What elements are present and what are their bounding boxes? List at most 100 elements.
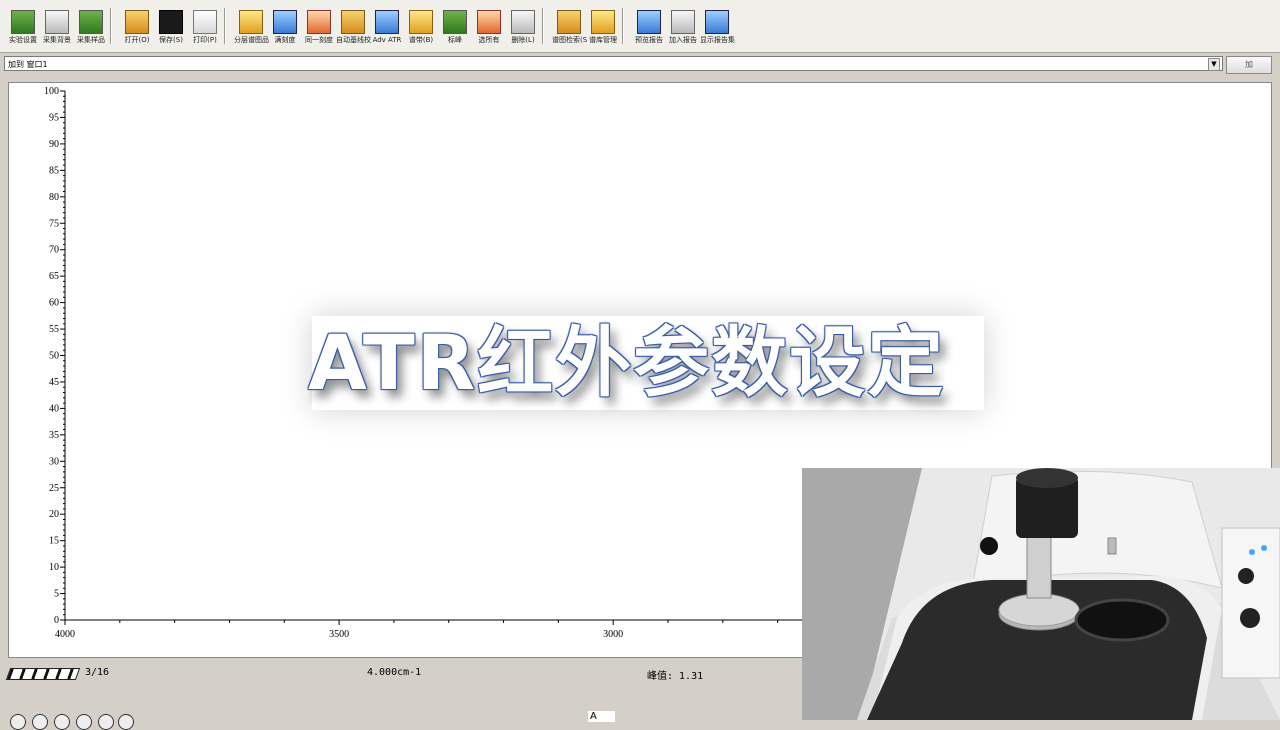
main-toolbar: 实验设置 采集背景 采集样品 打开(O) 保存(S) 打印(P) 分层谱图品 满刻度 同一刻度自… [0, 0, 1280, 53]
dropdown-arrow-icon[interactable]: ▼ [1208, 58, 1220, 71]
toolbar-button-label: 标峰 [448, 36, 462, 44]
toolbar-button-label: 采集背景 [43, 36, 71, 44]
open-button[interactable]: 打开(O) [120, 6, 154, 50]
y-tick-label: 95 [49, 112, 59, 123]
x-tick-label: 4000 [55, 629, 75, 640]
y-tick-label: 25 [49, 483, 59, 494]
toolbar-button-label: 采集样品 [77, 36, 105, 44]
circle-button[interactable] [54, 714, 70, 730]
library-manager-button[interactable]: 谱库管理 [586, 6, 620, 50]
save-button[interactable]: 保存(S) [154, 6, 188, 50]
toolbar-button-label: 谱带(B) [408, 36, 434, 44]
common-scale-icon [307, 10, 331, 34]
window-selector[interactable]: 加到 窗口1 ▼ [4, 56, 1223, 71]
circle-button[interactable] [32, 714, 48, 730]
x-tick-label: 3000 [603, 629, 623, 640]
show-report-button[interactable]: 显示报告集 [700, 6, 735, 50]
bands-icon [409, 10, 433, 34]
overlay-title: ATR红外参数设定 [308, 318, 946, 407]
window-selector-value: 加到 窗口1 [8, 60, 48, 69]
x-tick-label: 3500 [329, 629, 349, 640]
spectral-search-icon [557, 10, 581, 34]
status-count: 3/16 [85, 667, 110, 678]
toolbar-button-label: 显示报告集 [700, 36, 735, 44]
circle-button[interactable] [10, 714, 26, 730]
toolbar-button-label: 满刻度 [274, 36, 296, 44]
toolbar-button-label: 打开(O) [124, 36, 150, 44]
y-tick-label: 85 [49, 165, 59, 176]
toolbar-button-label: 谱图检索(S [552, 36, 588, 44]
auto-baseline-icon [341, 10, 365, 34]
circle-button[interactable] [98, 714, 114, 730]
adv-atr-button[interactable]: Adv ATR [370, 6, 404, 50]
find-peaks-button[interactable]: 标峰 [438, 6, 472, 50]
preview-report-button[interactable]: 预览报告 [632, 6, 666, 50]
delete-icon [511, 10, 535, 34]
common-scale-button[interactable]: 同一刻度 [302, 6, 336, 50]
experiment-setup-button[interactable]: 实验设置 [6, 6, 40, 50]
y-tick-label: 60 [49, 298, 59, 309]
y-tick-label: 100 [44, 86, 59, 97]
status-resolution: 4.000cm-1 [367, 667, 422, 678]
bottom-controls: A [0, 700, 800, 730]
toolbar-separator [224, 8, 226, 44]
collect-background-button[interactable]: 采集背景 [40, 6, 74, 50]
toolbar-button-label: 加入报告 [669, 36, 697, 44]
library-manager-icon [591, 10, 615, 34]
toolbar-button-label: 选所有 [478, 36, 500, 44]
toolbar-button-label: 谱库管理 [589, 36, 617, 44]
collect-background-icon [45, 10, 69, 34]
toolbar-button-label: 同一刻度 [305, 36, 333, 44]
instrument-photo [802, 468, 1280, 720]
select-all-button[interactable]: 选所有 [472, 6, 506, 50]
y-tick-label: 40 [49, 403, 59, 414]
show-report-icon [705, 10, 729, 34]
y-tick-label: 45 [49, 377, 59, 388]
print-icon [193, 10, 217, 34]
collect-sample-button[interactable]: 采集样品 [74, 6, 108, 50]
progress-strip-icon [5, 668, 81, 680]
y-tick-label: 30 [49, 456, 59, 467]
spectral-search-button[interactable]: 谱图检索(S [552, 6, 588, 50]
circle-button[interactable] [76, 714, 92, 730]
save-icon [159, 10, 183, 34]
auto-baseline-button[interactable]: 自动基线校 [336, 6, 371, 50]
add-to-report-icon [671, 10, 695, 34]
toolbar-button-label: 打印(P) [193, 36, 217, 44]
select-all-icon [477, 10, 501, 34]
y-tick-label: 0 [54, 615, 59, 626]
y-tick-label: 55 [49, 324, 59, 335]
toolbar-separator [622, 8, 624, 44]
adv-atr-icon [375, 10, 399, 34]
full-scale-button[interactable]: 满刻度 [268, 6, 302, 50]
bands-button[interactable]: 谱带(B) [404, 6, 438, 50]
circle-button[interactable] [118, 714, 134, 730]
print-button[interactable]: 打印(P) [188, 6, 222, 50]
y-tick-label: 5 [54, 589, 59, 600]
add-button[interactable]: 加 [1226, 56, 1272, 74]
toolbar-separator [110, 8, 112, 44]
y-tick-label: 15 [49, 536, 59, 547]
delete-button[interactable]: 删除(L) [506, 6, 540, 50]
y-tick-label: 75 [49, 218, 59, 229]
ftir-instrument-illustration [802, 468, 1280, 720]
y-tick-label: 20 [49, 509, 59, 520]
add-to-report-button[interactable]: 加入报告 [666, 6, 700, 50]
toolbar-button-label: 实验设置 [9, 36, 37, 44]
toolbar-separator [542, 8, 544, 44]
collect-sample-icon [79, 10, 103, 34]
preview-report-icon [637, 10, 661, 34]
find-peaks-icon [443, 10, 467, 34]
experiment-setup-icon [11, 10, 35, 34]
bottom-label: A [588, 711, 615, 722]
y-tick-label: 50 [49, 351, 59, 362]
y-tick-label: 70 [49, 245, 59, 256]
status-peak: 峰值: 1.31 [647, 671, 704, 682]
y-tick-label: 35 [49, 430, 59, 441]
y-tick-label: 65 [49, 271, 59, 282]
y-tick-label: 10 [49, 562, 59, 573]
toolbar-button-label: 删除(L) [511, 36, 535, 44]
stack-spectra-button[interactable]: 分层谱图品 [234, 6, 269, 50]
toolbar-button-label: 保存(S) [159, 36, 183, 44]
toolbar-button-label: 自动基线校 [336, 36, 371, 44]
